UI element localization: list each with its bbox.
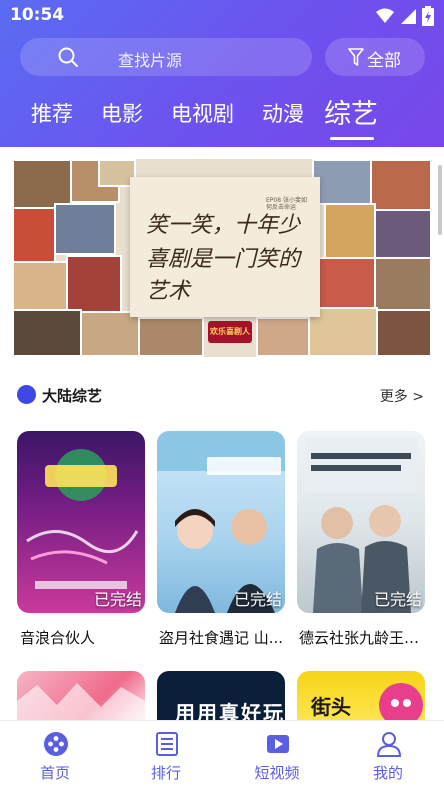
banner-caption: EP08 张小斐如何反击命运	[266, 197, 307, 211]
banner-headline-2: 喜剧是一门笑的艺术	[146, 247, 301, 304]
poster-title[interactable]: 德云社张九龄王九...	[299, 627, 431, 648]
poster-overlay-text: 街头	[311, 695, 351, 719]
poster-card[interactable]	[17, 671, 145, 720]
profile-icon	[376, 732, 402, 757]
more-link[interactable]: 更多 >	[380, 386, 424, 406]
poster-overlay-text: 用用真好玩	[175, 701, 285, 720]
bottom-navigation: 首页 排行 短视频 我的	[0, 720, 444, 789]
search-icon	[58, 47, 78, 67]
filter-button[interactable]: 全部	[325, 38, 425, 76]
nav-ranking[interactable]: 排行	[126, 721, 206, 789]
nav-profile[interactable]: 我的	[348, 721, 428, 789]
nav-label: 我的	[372, 764, 403, 782]
status-bar: 10:54	[0, 0, 444, 32]
poster-card[interactable]: 用用真好玩	[157, 671, 285, 720]
wifi-icon	[376, 8, 394, 23]
status-badge: 已完结	[373, 590, 422, 609]
status-badge: 已完结	[233, 590, 282, 609]
nav-home[interactable]: 首页	[15, 721, 95, 789]
search-bar[interactable]: 查找片源	[20, 38, 312, 76]
scrollbar[interactable]	[438, 165, 442, 235]
poster-card[interactable]: 街头	[297, 671, 425, 720]
featured-banner[interactable]: 笑一笑，十年少 喜剧是一门笑的艺术 EP08 张小斐如何反击命运 欢乐喜剧人	[12, 159, 432, 357]
header-bar: 10:54 查找片源 全部 推荐 电影 电视剧 动漫 综艺	[0, 0, 444, 147]
active-tab-indicator	[330, 137, 374, 140]
poster-card[interactable]: 已完结	[157, 431, 285, 613]
ranking-icon	[156, 732, 178, 756]
nav-label: 短视频	[254, 764, 300, 782]
filter-icon	[348, 48, 364, 66]
category-tabs: 推荐 电影 电视剧 动漫 综艺	[0, 92, 444, 144]
section-title: 大陆综艺	[42, 387, 103, 405]
filter-label: 全部	[367, 51, 401, 71]
status-time: 10:54	[10, 5, 65, 25]
poster-title[interactable]: 音浪合伙人	[20, 627, 152, 648]
tab-tv-series[interactable]: 电视剧	[171, 98, 234, 128]
main-content[interactable]: 笑一笑，十年少 喜剧是一门笑的艺术 EP08 张小斐如何反击命运 欢乐喜剧人 大…	[0, 147, 444, 720]
tab-recommend[interactable]: 推荐	[31, 98, 73, 128]
tab-variety[interactable]: 综艺	[324, 92, 378, 131]
search-placeholder: 查找片源	[118, 51, 183, 70]
nav-label: 排行	[150, 764, 181, 782]
section-dot-icon	[17, 385, 36, 404]
show-logo: 欢乐喜剧人	[208, 321, 252, 343]
section-header: 大陆综艺 更多 >	[0, 383, 444, 409]
poster-card[interactable]: 已完结	[297, 431, 425, 613]
nav-short-video[interactable]: 短视频	[237, 721, 317, 789]
poster-title[interactable]: 盗月社食遇记 山...	[159, 627, 291, 648]
banner-headline-card: 笑一笑，十年少 喜剧是一门笑的艺术 EP08 张小斐如何反击命运	[130, 177, 320, 317]
nav-label: 首页	[39, 764, 70, 782]
battery-icon	[422, 6, 434, 26]
status-badge: 已完结	[93, 590, 142, 609]
home-icon	[44, 732, 68, 756]
signal-icon	[401, 9, 416, 24]
poster-card[interactable]: 已完结	[17, 431, 145, 613]
poster-image	[17, 683, 145, 720]
tab-movies[interactable]: 电影	[101, 98, 143, 128]
status-icons	[376, 6, 434, 26]
tab-anime[interactable]: 动漫	[262, 98, 304, 128]
short-video-icon	[267, 735, 289, 753]
banner-headline-1: 笑一笑，十年少	[146, 213, 301, 238]
